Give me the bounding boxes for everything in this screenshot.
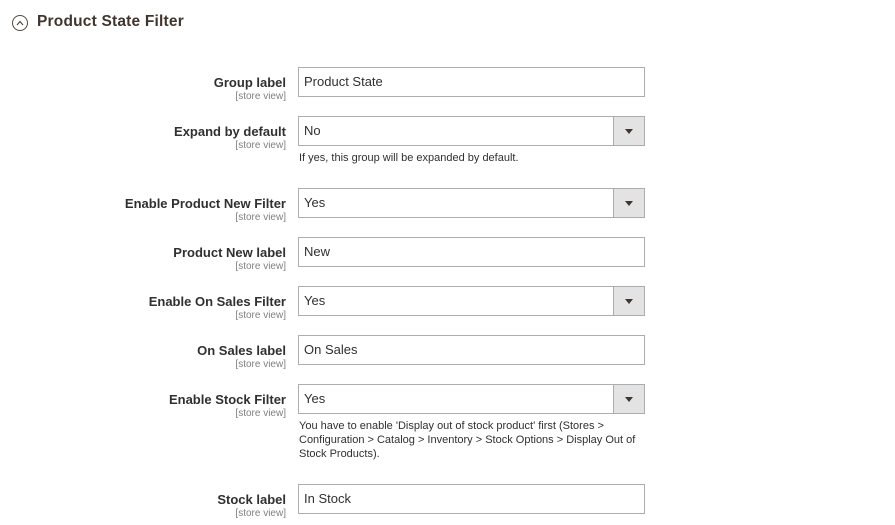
enable-on-sales-select[interactable]: Yes [298,286,645,316]
enable-stock-label: Enable Stock Filter [168,392,286,407]
chevron-down-icon [625,200,633,206]
expand-default-select[interactable]: No [298,116,645,146]
on-sales-label-value: On Sales [304,342,358,357]
enable-product-new-scope: [store view] [235,212,286,223]
enable-stock-dropdown-arrow[interactable] [613,385,644,413]
product-new-label-scope: [store view] [235,261,286,272]
enable-product-new-value: Yes [304,195,326,210]
section-toggle[interactable]: Product State Filter [12,10,184,34]
on-sales-label-scope: [store view] [235,359,286,370]
enable-stock-note: You have to enable 'Display out of stock… [299,420,636,460]
enable-on-sales-scope: [store view] [235,310,286,321]
group-label-input[interactable]: Product State [298,67,645,97]
stock-label-scope: [store view] [235,508,286,519]
enable-product-new-label: Enable Product New Filter [124,196,286,211]
expand-default-value: No [304,123,321,138]
chevron-down-icon [625,298,633,304]
chevron-down-icon [625,128,633,134]
section-title: Product State Filter [37,13,184,30]
expand-default-label: Expand by default [174,124,286,139]
enable-product-new-select[interactable]: Yes [298,188,645,218]
enable-on-sales-value: Yes [304,293,326,308]
product-new-label-value: New [304,244,331,259]
expand-default-scope: [store view] [235,140,286,151]
on-sales-label-input[interactable]: On Sales [298,335,645,365]
expand-default-note: If yes, this group will be expanded by d… [299,152,519,164]
enable-on-sales-dropdown-arrow[interactable] [613,287,644,315]
enable-product-new-dropdown-arrow[interactable] [613,189,644,217]
enable-stock-value: Yes [304,391,326,406]
enable-stock-scope: [store view] [235,408,286,419]
stock-label-label: Stock label [217,492,286,507]
enable-on-sales-label: Enable On Sales Filter [148,294,286,309]
enable-stock-select[interactable]: Yes [298,384,645,414]
stock-label-input[interactable]: In Stock [298,484,645,514]
chevron-down-icon [625,396,633,402]
group-label-label: Group label [213,75,286,90]
group-label-scope: [store view] [235,91,286,102]
on-sales-label-label: On Sales label [197,343,286,358]
group-label-value: Product State [304,74,383,89]
stock-label-value: In Stock [304,491,351,506]
product-new-label-input[interactable]: New [298,237,645,267]
expand-default-dropdown-arrow[interactable] [613,117,644,145]
product-new-label-label: Product New label [173,245,286,260]
collapse-icon[interactable] [12,15,28,31]
